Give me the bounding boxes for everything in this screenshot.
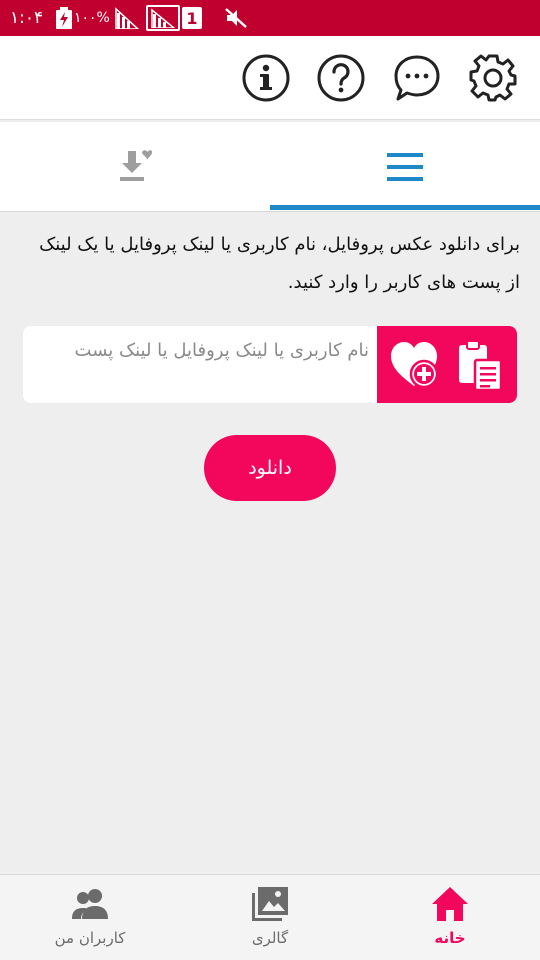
nav-label-my-users: کاربران من (54, 929, 126, 947)
nav-label-home: خانه (434, 929, 466, 947)
nav-item-home[interactable]: خانه (360, 875, 540, 960)
status-bar: ۱:۰۴ ۱۰۰% 1 (0, 0, 540, 36)
paste-icon[interactable] (453, 338, 507, 392)
download-heart-icon (120, 150, 152, 181)
settings-gear-icon[interactable] (469, 54, 517, 102)
tab-menu[interactable] (270, 122, 540, 212)
instruction-text: برای دانلود عکس پروفایل، نام کاربری یا ل… (39, 234, 520, 293)
users-icon (72, 889, 108, 919)
home-icon (432, 887, 468, 921)
favorite-add-icon[interactable] (387, 338, 441, 392)
help-icon[interactable] (317, 54, 365, 102)
info-icon[interactable] (242, 54, 290, 102)
tab-bar (0, 122, 540, 212)
signal-icon (114, 6, 140, 30)
active-tab-indicator (270, 205, 540, 210)
bottom-navigation: کاربران من گالری خانه (0, 874, 540, 960)
chat-icon[interactable] (393, 54, 441, 102)
battery-charging-icon (56, 6, 72, 30)
gallery-icon (252, 887, 288, 921)
status-time: ۱:۰۴ (10, 8, 44, 28)
toolbar (0, 36, 540, 120)
input-actions (377, 326, 517, 403)
mute-icon (224, 6, 248, 30)
sim-indicator: 1 (182, 7, 202, 29)
download-button[interactable]: دانلود (204, 435, 336, 501)
nav-item-my-users[interactable]: کاربران من (0, 875, 180, 960)
signal-icon-2 (146, 5, 180, 31)
username-input-group (23, 326, 517, 403)
battery-level: ۱۰۰% (74, 10, 110, 26)
menu-icon (387, 153, 423, 181)
username-input[interactable] (23, 326, 377, 403)
nav-item-gallery[interactable]: گالری (180, 875, 360, 960)
tab-downloads[interactable] (0, 122, 270, 212)
nav-label-gallery: گالری (251, 929, 289, 947)
